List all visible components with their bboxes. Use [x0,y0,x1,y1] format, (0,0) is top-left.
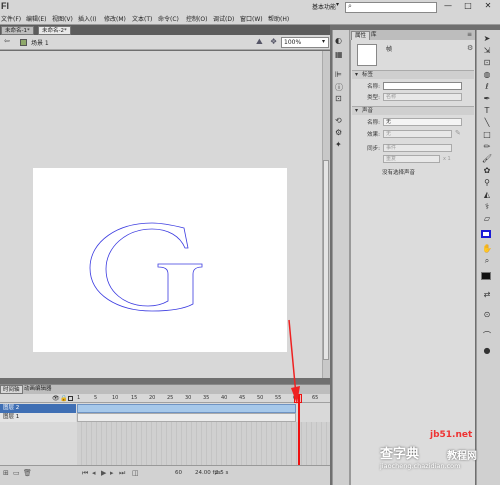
repeat-count[interactable]: x 1 [443,156,451,162]
text-tool-icon[interactable]: T [480,106,494,115]
last-frame-icon[interactable]: ⏭ [119,469,125,478]
chevron-down-icon[interactable]: ▾ [336,1,339,8]
swatches-icon[interactable]: ▦ [335,50,343,59]
maximize-button[interactable]: □ [458,0,478,11]
brush-tool-icon[interactable]: 🖌 [480,154,494,163]
3d-rotation-icon[interactable]: ◍ [480,70,494,79]
black-circle-icon[interactable]: ● [480,346,494,355]
color-panel-icon[interactable]: ◐ [335,36,342,45]
label-type-select[interactable]: 名称 [383,93,462,101]
type-label: 类型: [367,95,380,101]
search-input[interactable] [345,2,437,13]
section-sound[interactable]: 声音 [352,106,474,115]
new-layer-icon[interactable]: ⊞ [3,469,9,477]
watermark-url: jiaocheng.chazidian.com [380,462,461,470]
eyedropper-icon[interactable]: ⚕ [480,202,494,211]
close-button[interactable]: ✕ [478,0,498,11]
free-transform-icon[interactable]: ⊡ [480,58,494,67]
panel-menu-icon[interactable]: ≡ [467,31,472,38]
minimize-button[interactable]: — [438,0,458,11]
prev-frame-icon[interactable]: ◂ [92,469,96,477]
repeat-select[interactable]: 重复 [383,155,440,163]
sync-label: 同步: [367,146,380,152]
onion-skin-icon[interactable]: ◫ [132,469,139,477]
pencil-icon[interactable]: ✎ [455,129,461,137]
stroke-color-swatch[interactable] [481,230,491,238]
sync-select[interactable]: 事件 [383,144,452,152]
hand-tool-icon[interactable]: ✋ [480,244,494,253]
zoom-tool-icon[interactable]: ⌕ [480,256,494,266]
first-frame-icon[interactable]: ⏮ [82,469,88,478]
history-icon[interactable]: ⟲ [335,116,342,125]
sound-name-select[interactable]: 无 [383,118,462,126]
section-label[interactable]: 标签 [352,70,474,79]
new-folder-icon[interactable]: ▭ [13,469,20,477]
watermark: 教程网 [447,451,477,462]
frame-symbol-icon [357,44,377,66]
fill-color-swatch[interactable] [481,272,491,280]
timeline-footer [0,465,330,485]
name-label: 名称: [367,84,380,90]
no-sound-message: 没有选择声音 [382,170,416,176]
play-icon[interactable]: ▶ [101,469,106,477]
pencil-tool-icon[interactable]: ✏ [480,142,494,151]
effect-select[interactable]: 无 [383,130,452,138]
annotation-arrow [288,319,300,404]
selection-tool-icon[interactable]: ➤ [480,34,494,43]
motion-presets-icon[interactable]: ✦ [335,140,342,149]
next-frame-icon[interactable]: ▸ [110,469,114,477]
paint-bucket-icon[interactable]: ◭ [480,190,494,199]
transform-icon[interactable]: ⊡ [335,94,342,103]
watermark: 查字典 [380,447,420,462]
elapsed-time: 2.5 s [215,470,229,476]
lasso-icon[interactable]: ℓ [480,82,494,91]
rectangle-tool-icon[interactable]: □ [480,130,494,139]
search-icon: ⌕ [348,2,352,10]
delete-layer-icon[interactable]: 🗑 [23,469,32,477]
sound-name-label: 名称: [367,120,380,126]
subselection-tool-icon[interactable]: ⇲ [480,46,494,55]
eraser-icon[interactable]: ▱ [480,214,494,223]
deco-tool-icon[interactable]: ✿ [480,166,494,175]
smooth-icon[interactable]: ⌒ [480,330,494,341]
frame-name-input[interactable] [383,82,462,90]
line-tool-icon[interactable]: ╲ [480,118,494,127]
pen-tool-icon[interactable]: ✒ [480,94,494,103]
info-icon[interactable]: ⓘ [335,82,343,93]
effect-label: 效果: [367,132,380,138]
selection-type: 帧 [386,46,393,53]
bone-tool-icon[interactable]: ⚲ [480,178,494,187]
align-icon[interactable]: ⊫ [335,70,342,79]
snap-icon[interactable]: ⊙ [480,310,494,319]
current-frame[interactable]: 60 [175,470,182,476]
swap-colors-icon[interactable]: ⇄ [480,290,494,299]
tab-library[interactable]: 库 [368,31,380,40]
help-icon[interactable]: ⚙ [467,44,473,52]
components-icon[interactable]: ⚙ [335,128,342,137]
empty-frames[interactable] [77,422,330,465]
watermark-site: jb51.net [430,430,473,440]
